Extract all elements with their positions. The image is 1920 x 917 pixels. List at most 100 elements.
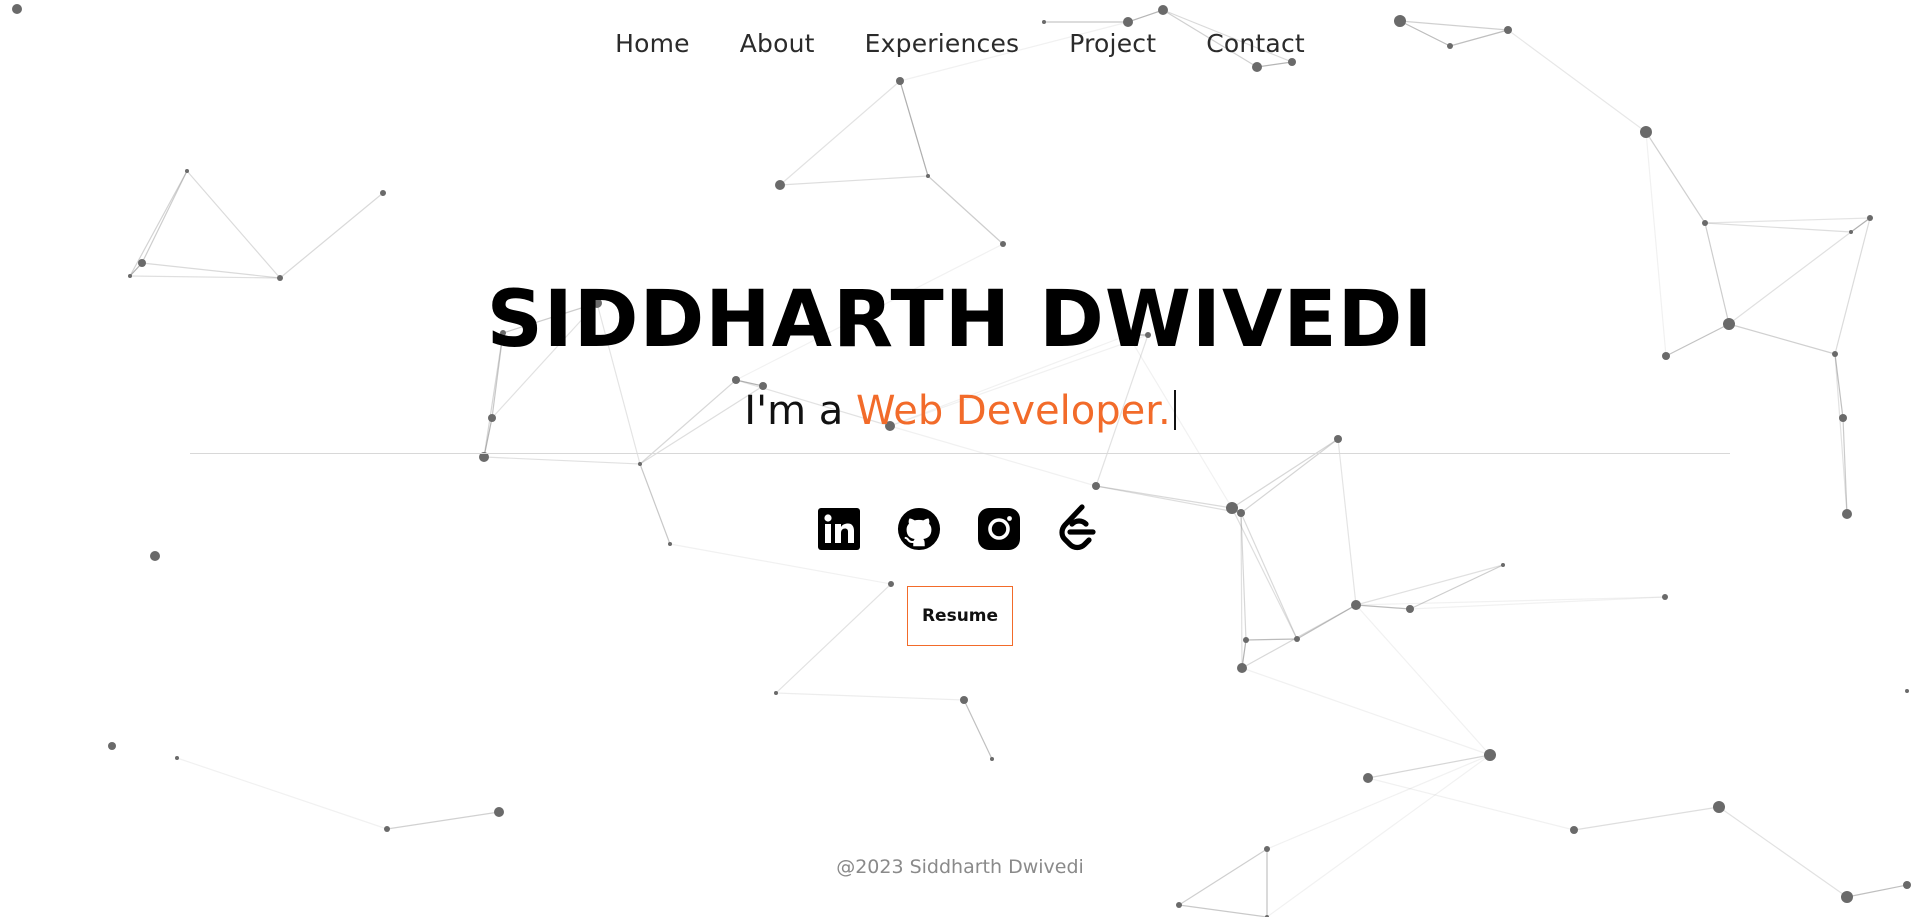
network-link	[1127, 9, 1164, 23]
network-node	[1713, 801, 1725, 813]
network-link	[1573, 806, 1720, 831]
leetcode-link[interactable]	[1057, 504, 1101, 554]
github-link[interactable]	[897, 504, 941, 554]
network-link	[1507, 29, 1647, 133]
network-link	[1266, 754, 1491, 917]
network-node	[384, 826, 390, 832]
network-node	[888, 581, 894, 587]
network-link	[1241, 639, 1247, 669]
network-link	[1704, 222, 1852, 233]
network-node	[1334, 435, 1342, 443]
network-link	[1240, 438, 1339, 514]
nav-home-link[interactable]: Home	[615, 24, 690, 64]
network-link	[1240, 512, 1298, 640]
network-node	[1570, 826, 1578, 834]
network-link	[1846, 884, 1908, 898]
network-link	[1095, 485, 1233, 509]
tagline-role: Web Developer.	[856, 388, 1171, 434]
network-link	[176, 757, 388, 830]
network-link	[775, 583, 892, 694]
network-link	[1355, 604, 1491, 756]
network-node	[1363, 773, 1373, 783]
nav-project-link[interactable]: Project	[1069, 24, 1156, 64]
network-link	[483, 456, 641, 465]
instagram-link[interactable]	[977, 504, 1021, 554]
linkedin-icon	[818, 508, 860, 550]
network-node	[1501, 563, 1505, 567]
network-node	[638, 462, 642, 466]
typing-cursor	[1173, 390, 1176, 430]
network-link	[1240, 512, 1243, 669]
network-link	[1449, 29, 1509, 47]
network-link	[639, 463, 671, 545]
network-node	[108, 742, 116, 750]
page: Home About Experiences Project Contact S…	[0, 0, 1920, 917]
network-link	[1240, 512, 1247, 641]
network-link	[1296, 604, 1357, 640]
social-links	[817, 504, 1101, 556]
network-link	[1241, 604, 1357, 669]
network-node	[1158, 5, 1168, 15]
network-node	[1841, 891, 1853, 903]
network-link	[1409, 564, 1504, 610]
network-link	[1231, 507, 1242, 514]
hero-tagline: I'm a Web Developer.	[0, 386, 1920, 436]
network-link	[1850, 217, 1871, 233]
network-node	[1000, 241, 1006, 247]
network-node	[185, 169, 189, 173]
network-link	[1399, 20, 1509, 31]
network-link	[1231, 438, 1339, 509]
linkedin-link[interactable]	[817, 504, 861, 554]
footer-copyright: @2023 Siddharth Dwivedi	[836, 856, 1084, 878]
network-node	[668, 542, 672, 546]
network-node	[1243, 637, 1249, 643]
network-node	[1237, 663, 1247, 673]
nav-about-link[interactable]: About	[740, 24, 815, 64]
hero-name-heading: SIDDHARTH DWIVEDI	[486, 275, 1434, 365]
network-node	[1092, 482, 1100, 490]
network-node	[494, 807, 504, 817]
nav-contact-link[interactable]: Contact	[1206, 24, 1305, 64]
network-link	[899, 80, 929, 177]
network-node	[1406, 605, 1414, 613]
network-node	[175, 756, 179, 760]
network-node	[1905, 689, 1909, 693]
network-link	[279, 192, 384, 279]
top-navigation: Home About Experiences Project Contact	[600, 24, 1320, 64]
network-node	[1237, 509, 1245, 517]
network-link	[1355, 596, 1666, 606]
hero-divider	[190, 453, 1730, 454]
network-link	[1355, 604, 1411, 610]
network-node	[380, 190, 386, 196]
network-node	[732, 376, 740, 384]
tagline-prefix: I'm a	[744, 388, 844, 434]
network-link	[1704, 217, 1871, 224]
network-link	[1231, 507, 1298, 640]
network-node	[926, 174, 930, 178]
network-node	[1484, 749, 1496, 761]
network-link	[779, 175, 929, 186]
network-link	[186, 170, 281, 279]
network-link	[1241, 667, 1491, 756]
network-link	[1266, 754, 1491, 850]
network-link	[1355, 564, 1504, 606]
network-link	[1367, 777, 1575, 831]
network-node	[1640, 126, 1652, 138]
leetcode-icon	[1059, 504, 1096, 551]
network-link	[129, 262, 143, 277]
network-link	[963, 699, 993, 760]
network-node	[896, 77, 904, 85]
network-link	[1399, 20, 1451, 47]
nav-experiences-link[interactable]: Experiences	[865, 24, 1020, 64]
network-node	[1504, 26, 1512, 34]
network-node	[1264, 846, 1270, 852]
network-link	[1409, 596, 1666, 610]
network-link	[1367, 754, 1491, 779]
network-link	[129, 170, 188, 277]
network-node	[1394, 15, 1406, 27]
network-node	[1662, 594, 1668, 600]
network-link	[1245, 638, 1298, 641]
network-node	[990, 757, 994, 761]
network-node	[1226, 502, 1238, 514]
resume-button[interactable]: Resume	[907, 586, 1013, 646]
